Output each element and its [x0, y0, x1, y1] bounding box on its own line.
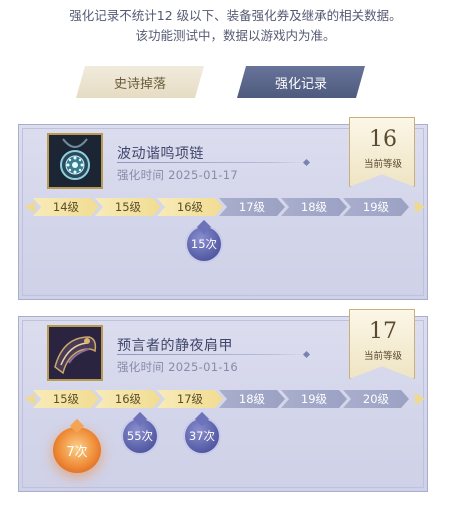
- tab-epic-drops[interactable]: 史诗掉落: [76, 66, 204, 98]
- item-name: 预言者的静夜肩甲: [117, 338, 233, 354]
- level-segment: 17级: [157, 390, 223, 408]
- notice-line-2: 该功能测试中，数据以游戏内为准。: [135, 28, 336, 43]
- attempt-count-badge: 7次: [53, 427, 101, 473]
- divider: [117, 162, 307, 163]
- level-segment: 19级: [343, 198, 409, 216]
- current-level-badge: 17 当前等级: [349, 309, 415, 379]
- attempt-count-badge: 37次: [185, 419, 219, 453]
- attempt-count: 7次: [66, 444, 88, 460]
- current-level-label: 当前等级: [363, 351, 402, 362]
- level-track: 15级 16级 17级 18级 19级 20级: [25, 390, 425, 408]
- current-level-value: 16: [369, 127, 397, 152]
- track-start-cap: [25, 201, 35, 213]
- level-segment: 18级: [219, 390, 285, 408]
- level-segment: 15级: [95, 198, 161, 216]
- divider: [117, 354, 307, 355]
- record-card: 预言者的静夜肩甲 强化时间 2025-01-16 17 当前等级 15级 16级…: [18, 309, 428, 492]
- track-start-cap: [25, 393, 35, 405]
- level-track: 14级 15级 16级 17级 18级 19级: [25, 198, 425, 216]
- track-end-cap: [415, 201, 425, 213]
- level-segment: 19级: [281, 390, 347, 408]
- current-level-value: 17: [369, 319, 397, 344]
- attempt-count-badge: 15次: [187, 227, 221, 261]
- enhance-date: 强化时间 2025-01-17: [117, 168, 238, 182]
- level-segment: 17级: [219, 198, 285, 216]
- attempt-count-badge: 55次: [123, 419, 157, 453]
- tab-enhance-records[interactable]: 强化记录: [237, 66, 365, 98]
- tab-bar: 史诗掉落 强化记录: [0, 66, 471, 100]
- item-name: 波动谐鸣项链: [117, 146, 204, 162]
- notice-line-1: 强化记录不统计12 级以下、装备强化券及继承的相关数据。: [69, 8, 402, 23]
- level-segment: 15级: [33, 390, 99, 408]
- notice-text: 强化记录不统计12 级以下、装备强化券及继承的相关数据。 该功能测试中，数据以游…: [0, 6, 471, 46]
- attempt-count: 15次: [190, 237, 218, 251]
- necklace-icon: [47, 133, 103, 189]
- track-end-cap: [415, 393, 425, 405]
- attempt-count: 55次: [126, 429, 154, 443]
- shoulder-armor-icon: [47, 325, 103, 381]
- record-card: 波动谐鸣项链 强化时间 2025-01-17 16 当前等级 14级 15级 1…: [18, 117, 428, 300]
- level-segment: 20级: [343, 390, 409, 408]
- level-segment: 16级: [157, 198, 223, 216]
- level-segment: 18级: [281, 198, 347, 216]
- level-segment: 14级: [33, 198, 99, 216]
- attempt-count: 37次: [188, 429, 216, 443]
- level-segment: 16级: [95, 390, 161, 408]
- current-level-label: 当前等级: [363, 159, 402, 170]
- current-level-badge: 16 当前等级: [349, 117, 415, 187]
- enhance-date: 强化时间 2025-01-16: [117, 360, 238, 374]
